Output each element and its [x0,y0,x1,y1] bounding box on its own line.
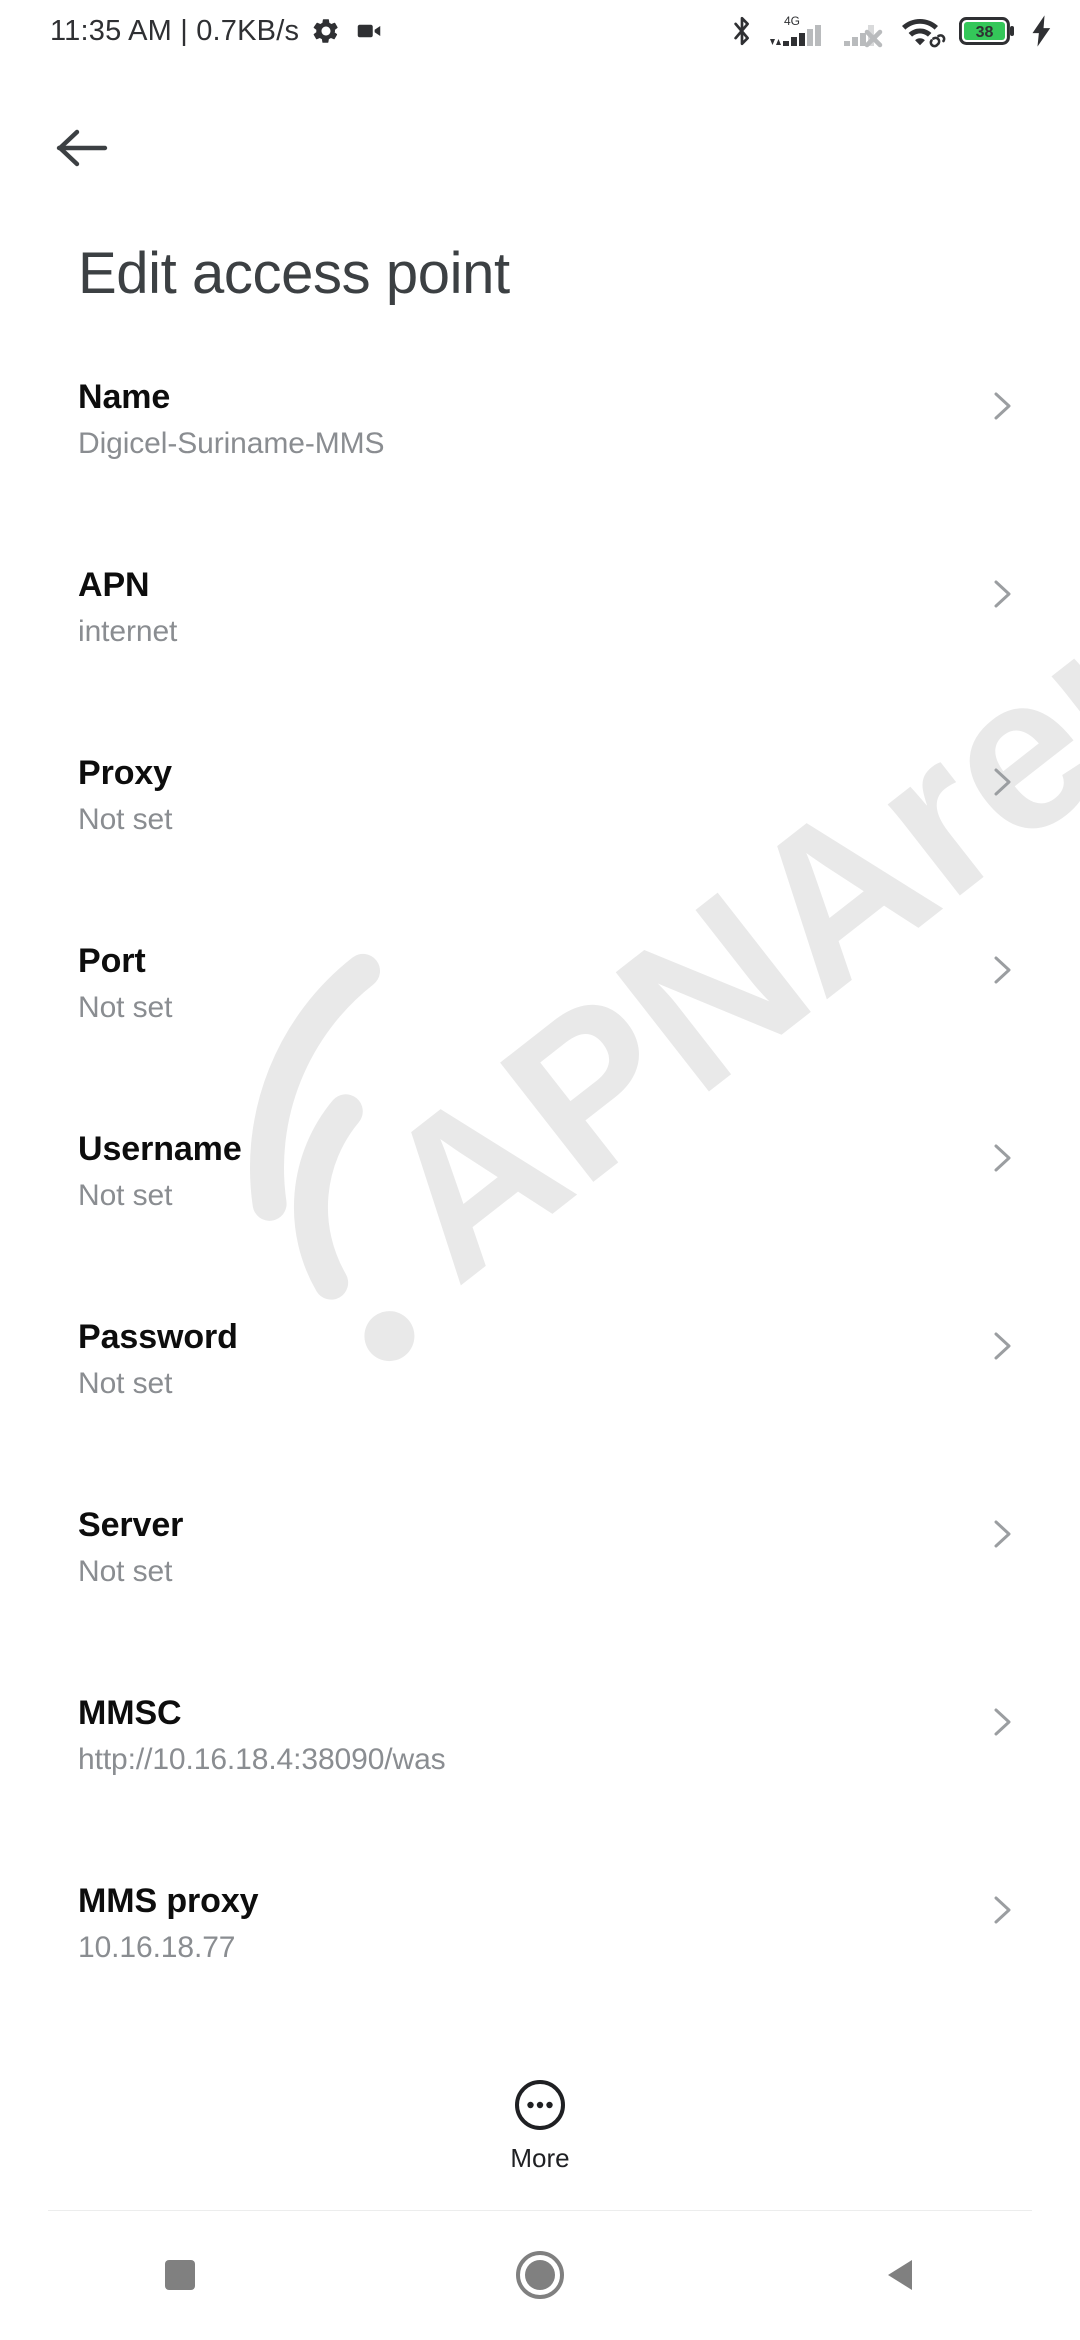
list-item-title: Password [78,1317,238,1356]
apn-settings-list: Name Digicel-Suriname-MMS APN internet Proxy… [0,371,1080,2063]
chevron-right-icon [994,956,1011,984]
list-item-value: Digicel-Suriname-MMS [78,427,385,460]
app-bar: Edit access point [0,62,1080,305]
signal-4g-icon: 4G [770,14,821,46]
status-clock: 11:35 AM | 0.7KB/s [50,14,300,47]
chevron-right-icon [994,1332,1011,1360]
list-item-title: Username [78,1129,242,1168]
arrow-left-icon [56,129,108,167]
list-item-value: Not set [78,1555,173,1588]
list-item-title: Port [78,941,146,980]
chevron-right-icon [994,1708,1011,1736]
bluetooth-icon [734,16,750,46]
back-arrow-button[interactable] [36,100,132,196]
triangle-left-icon [888,2260,912,2290]
navigation-bar [0,2210,1080,2340]
list-item-chevron[interactable] [984,1311,1018,1363]
list-item-texts: Proxy Not set [78,747,172,838]
list-item-chevron[interactable] [984,1499,1018,1551]
list-item-texts: Server Not set [78,1499,183,1590]
list-item-texts: MMSC http://10.16.18.4:38090/was [78,1687,446,1778]
square-icon [165,2260,195,2290]
list-item-chevron[interactable] [984,559,1018,611]
list-item[interactable]: Password Not set [0,1311,1080,1499]
more-button[interactable]: More [450,2077,630,2174]
home-button[interactable] [360,2210,720,2340]
list-item-value: Not set [78,1179,173,1212]
battery-level-label: 38 [976,24,994,41]
list-item-texts: MMS proxy 10.16.18.77 [78,1875,259,1966]
list-item-title: APN [78,565,150,604]
list-item-chevron[interactable] [984,1875,1018,1927]
wifi-link-icon [902,19,946,48]
video-camera-icon [357,24,381,38]
chevron-right-icon [994,580,1011,608]
circle-icon [516,2251,564,2299]
list-item-texts: APN internet [78,559,177,650]
more-button-label: More [510,2142,570,2173]
chevron-right-icon [994,1144,1011,1172]
list-item-title: Server [78,1505,184,1544]
chevron-right-icon [994,392,1011,420]
list-item[interactable]: Name Digicel-Suriname-MMS [0,371,1080,559]
recents-button[interactable] [0,2210,360,2340]
list-item-texts: Port Not set [78,935,172,1026]
page-title: Edit access point [78,241,510,306]
network-type-label: 4G [784,14,800,28]
list-item-title: Name [78,377,171,416]
list-item-chevron[interactable] [984,371,1018,423]
list-item[interactable]: Proxy Not set [0,747,1080,935]
phone-screen: APNArena 11:35 AM | 0.7KB/s 4G 38 Edit a… [0,0,1080,2340]
list-item[interactable]: MMSC http://10.16.18.4:38090/was [0,1687,1080,1875]
list-item-texts: Password Not set [78,1311,238,1402]
list-item-title: MMS proxy [78,1881,259,1920]
chevron-right-icon [994,1520,1011,1548]
chevron-right-icon [994,1896,1011,1924]
list-item[interactable]: MMS proxy 10.16.18.77 [0,1875,1080,2063]
status-bar: 11:35 AM | 0.7KB/s 4G 38 [0,0,1080,62]
list-item-title: Proxy [78,753,172,792]
list-item-value: Not set [78,1367,173,1400]
chevron-right-icon [994,768,1011,796]
signal-sim2-off-icon [844,25,883,48]
battery-icon: 38 [959,17,1014,45]
list-item-value: 10.16.18.77 [78,1931,236,1964]
list-item[interactable]: Server Not set [0,1499,1080,1687]
more-circle-icon [515,2079,565,2130]
back-button[interactable] [720,2210,1080,2340]
list-item-chevron[interactable] [984,1123,1018,1175]
list-item-value: http://10.16.18.4:38090/was [78,1743,446,1776]
list-item-value: internet [78,615,178,648]
list-item-chevron[interactable] [984,747,1018,799]
list-item-texts: Username Not set [78,1123,242,1214]
list-item-title: MMSC [78,1693,182,1732]
charging-bolt-icon [1032,15,1051,47]
list-item-chevron[interactable] [984,1687,1018,1739]
list-item-value: Not set [78,803,173,836]
list-item[interactable]: Username Not set [0,1123,1080,1311]
list-item-chevron[interactable] [984,935,1018,987]
status-bar-left: 11:35 AM | 0.7KB/s [50,15,385,48]
list-item-texts: Name Digicel-Suriname-MMS [78,371,385,462]
list-item[interactable]: APN internet [0,559,1080,747]
list-item[interactable]: Port Not set [0,935,1080,1123]
list-item-value: Not set [78,991,173,1024]
gear-icon [313,19,338,43]
status-bar-right: 4G 38 [729,12,1054,50]
